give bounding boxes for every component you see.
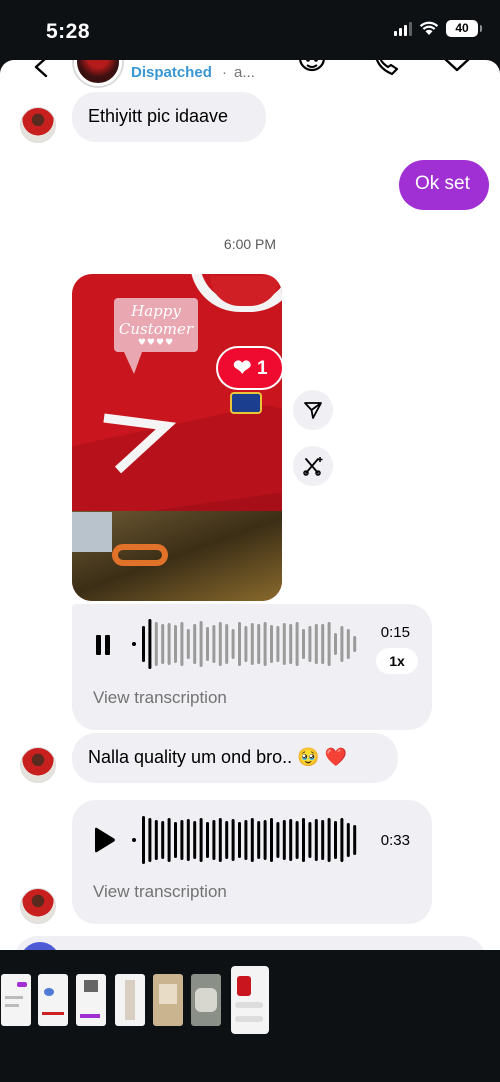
reaction-count: 1: [257, 358, 268, 379]
thumbnail[interactable]: [153, 974, 183, 1026]
sender-avatar[interactable]: [20, 888, 56, 924]
contact-avatar[interactable]: [74, 60, 122, 86]
contact-status[interactable]: Dispatched: [131, 64, 212, 81]
view-transcription-link[interactable]: View transcription: [93, 882, 227, 902]
remix-button[interactable]: [293, 446, 333, 486]
pause-icon[interactable]: [96, 635, 110, 655]
happy-customer-sticker: Happy Customer ♥♥♥♥: [114, 298, 198, 374]
waveform[interactable]: [132, 814, 364, 866]
photo-message[interactable]: Happy Customer ♥♥♥♥: [72, 274, 282, 601]
emoji: 🥹 ❤️: [297, 747, 347, 767]
thumbnail[interactable]: [38, 974, 68, 1026]
thumbnail[interactable]: [76, 974, 106, 1026]
message-text: Ethiyitt pic idaave: [88, 106, 229, 126]
camera-button[interactable]: [20, 942, 60, 950]
share-button[interactable]: [293, 390, 333, 430]
back-icon[interactable]: [30, 60, 52, 78]
sent-message-bubble[interactable]: Ok set: [399, 160, 489, 210]
play-icon[interactable]: [92, 827, 116, 853]
thumbnail[interactable]: [1, 974, 31, 1026]
chat-header: 2 Dispatched · a...: [0, 60, 500, 90]
wifi-icon: [419, 21, 439, 35]
signal-icon: [394, 21, 412, 36]
jersey-number: [103, 413, 177, 474]
remix-icon: [303, 457, 323, 476]
header-name-peek: 2: [236, 60, 243, 61]
app-switcher-strip: [0, 950, 500, 1082]
face-icon[interactable]: [297, 60, 327, 78]
status-icons: 40: [394, 20, 482, 37]
playback-speed-button[interactable]: 1x: [376, 648, 418, 674]
message-text: Nalla quality um ond bro.. 🥹 ❤️: [88, 747, 347, 767]
received-message-bubble[interactable]: Nalla quality um ond bro.. 🥹 ❤️: [72, 733, 398, 783]
voice-duration: 0:15: [380, 624, 410, 641]
status-bar: 5:28 40: [0, 0, 500, 62]
header-subtitle: a...: [234, 64, 255, 81]
phone-icon[interactable]: [372, 60, 402, 78]
thumbnail[interactable]: [115, 974, 145, 1026]
send-icon: [304, 402, 322, 419]
received-message-bubble[interactable]: Ethiyitt pic idaave: [72, 92, 266, 142]
video-icon[interactable]: [442, 60, 472, 78]
chat-screen: 2 Dispatched · a... Ethiyitt pic idaave …: [0, 60, 500, 950]
message-text: Ok set: [415, 173, 470, 194]
thumbnail-active[interactable]: [231, 966, 269, 1034]
sender-avatar[interactable]: [20, 107, 56, 143]
jersey-crest: [230, 392, 262, 414]
waveform[interactable]: [132, 618, 364, 670]
voice-message[interactable]: 0:33 View transcription: [72, 800, 432, 924]
header-separator: ·: [222, 64, 227, 81]
view-transcription-link[interactable]: View transcription: [93, 688, 227, 708]
sender-avatar[interactable]: [20, 747, 56, 783]
thumbnail[interactable]: [191, 974, 221, 1026]
reaction-badge[interactable]: ❤ 1: [216, 346, 284, 390]
message-timestamp: 6:00 PM: [223, 236, 277, 252]
heart-icon: ❤: [233, 355, 252, 380]
voice-duration: 0:33: [380, 832, 410, 849]
voice-message[interactable]: 0:15 1x View transcription: [72, 604, 432, 730]
status-time: 5:28: [46, 20, 91, 43]
message-composer[interactable]: [14, 936, 486, 950]
battery-icon: 40: [446, 20, 482, 37]
